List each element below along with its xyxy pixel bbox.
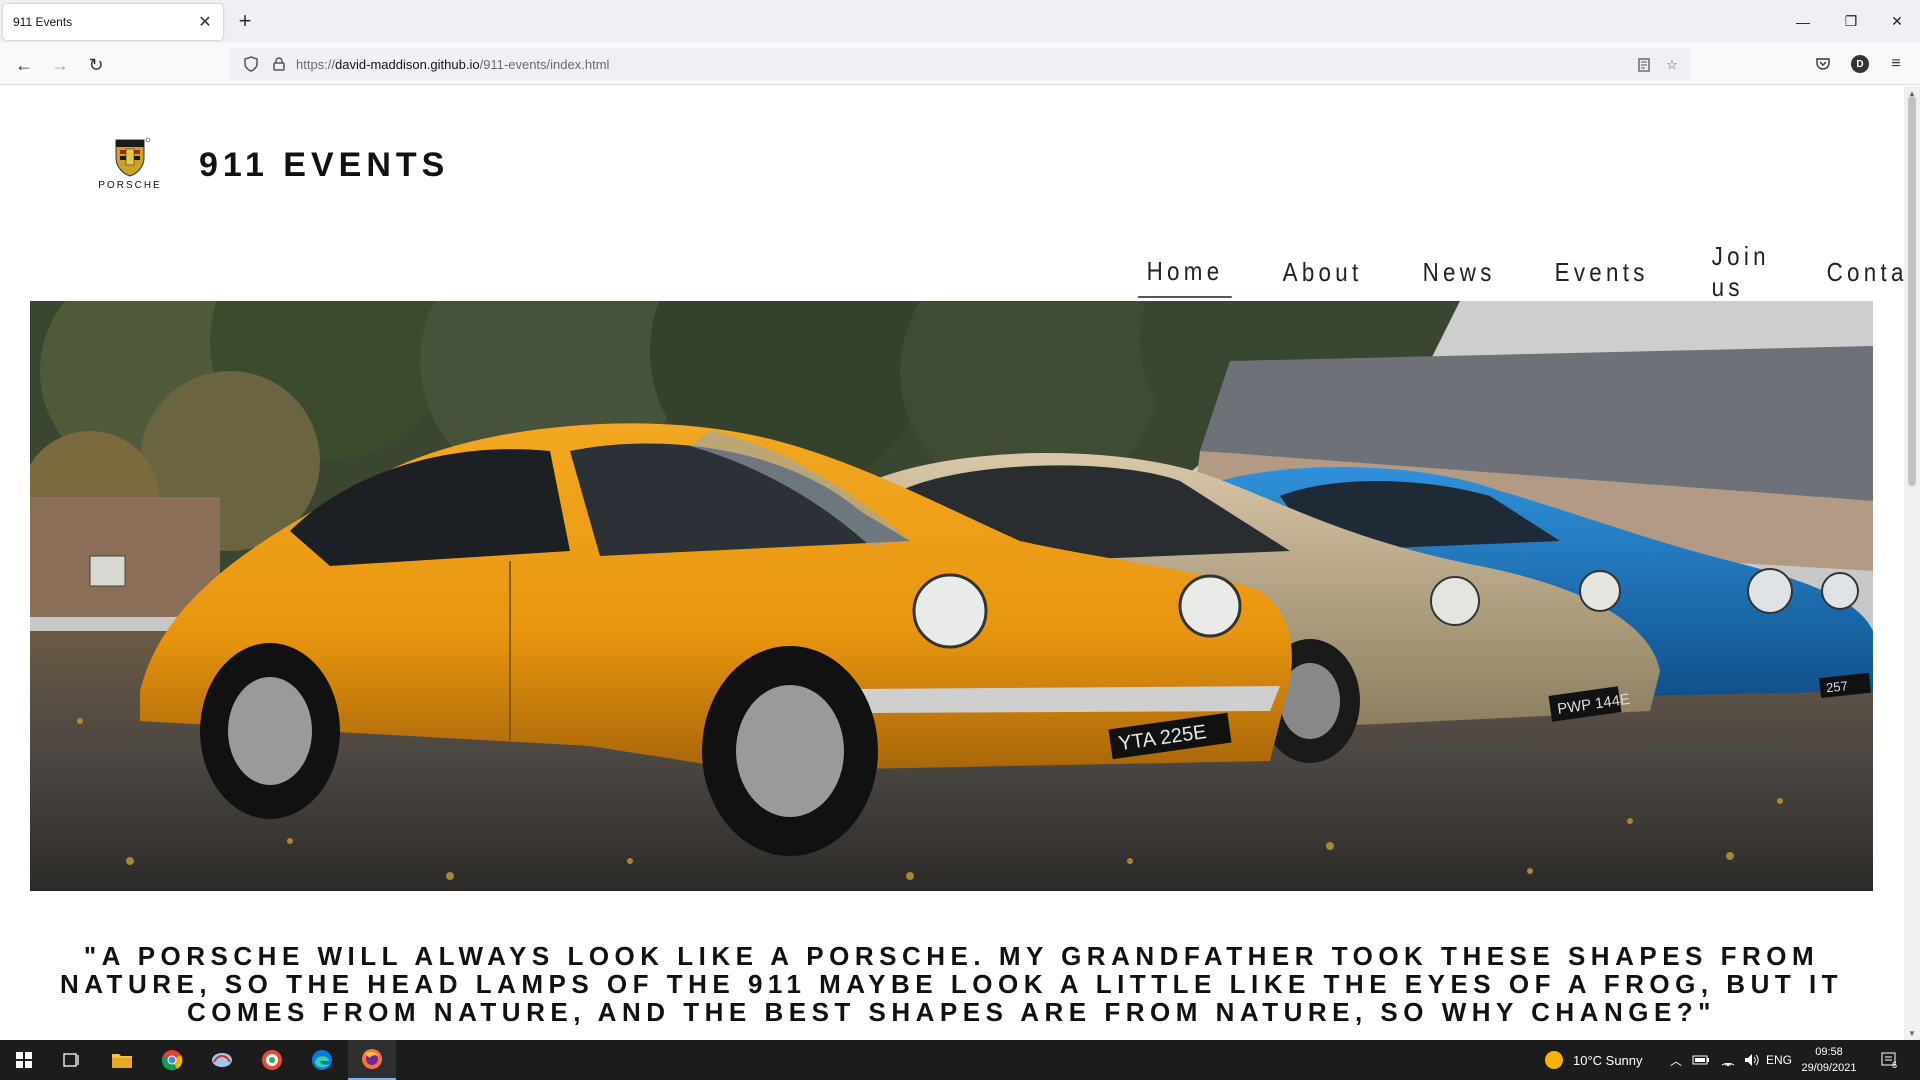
account-initial: D [1851,55,1869,73]
minimize-icon[interactable]: — [1780,0,1826,43]
restore-icon[interactable]: ❐ [1828,0,1874,43]
reader-view-icon[interactable] [1632,53,1656,77]
browser-tab-strip: 911 Events ✕ + — ❐ ✕ [0,0,1920,43]
notification-count: 6 [1892,1060,1898,1070]
edge-icon[interactable] [298,1040,346,1080]
weather-widget[interactable]: 10°C Sunny [1545,1040,1643,1080]
chrome-icon[interactable] [148,1040,196,1080]
wifi-icon[interactable] [1720,1040,1736,1080]
close-window-icon[interactable]: ✕ [1874,0,1920,43]
shield-icon[interactable] [240,53,262,75]
scroll-down-icon[interactable]: ▼ [1904,1026,1920,1040]
sun-icon [1545,1051,1563,1069]
language-indicator[interactable]: ENG [1766,1040,1792,1080]
system-clock[interactable]: 09:58 29/09/2021 [1797,1044,1861,1076]
browser-toolbar: ← → ↻ https://david-maddison.github.io/9… [0,43,1920,85]
nav-news[interactable]: News [1414,246,1504,298]
url-bar[interactable]: https://david-maddison.github.io/911-eve… [230,48,1690,80]
new-tab-icon[interactable]: + [234,8,256,33]
close-tab-icon[interactable]: ✕ [197,14,213,31]
back-icon[interactable]: ← [10,51,38,79]
file-explorer-icon[interactable] [98,1040,146,1080]
menu-icon[interactable]: ≡ [1882,50,1910,78]
app-icon[interactable] [198,1040,246,1080]
reload-icon[interactable]: ↻ [82,51,110,79]
logo-wordmark: PORSCHE [98,180,161,190]
url-domain: david-maddison.github.io [335,56,480,72]
notification-center-icon[interactable]: 6 [1880,1040,1897,1080]
url-prefix: https:// [296,56,336,72]
account-avatar[interactable]: D [1846,50,1874,78]
site-title[interactable]: 911 EVENTS [199,146,449,185]
task-view-icon[interactable] [48,1040,96,1080]
clock-date: 29/09/2021 [1801,1062,1857,1074]
volume-icon[interactable] [1744,1040,1760,1080]
hero-image: 257 PWP 144E YTA 225E [30,301,1873,891]
nav-about[interactable]: About [1274,246,1371,298]
porsche-logo[interactable]: PORSCHE [80,136,180,190]
blue-plate: 257 [1825,678,1848,695]
weather-text: 10°C Sunny [1573,1052,1643,1068]
bookmark-star-icon[interactable]: ☆ [1660,53,1684,77]
main-nav: Home About News Events Join us Contact [1138,241,1904,302]
pocket-icon[interactable] [1809,50,1837,78]
windows-taskbar: 10°C Sunny ︿ ENG 09:58 29/09/2021 6 [0,1040,1920,1080]
scroll-thumb[interactable] [1908,96,1916,486]
lock-icon[interactable] [268,53,290,75]
tab-title: 911 Events [13,15,73,29]
show-hidden-icons[interactable]: ︿ [1670,1040,1682,1080]
url-path: /911-events/index.html [479,56,610,72]
nav-home[interactable]: Home [1138,246,1233,298]
web-page: PORSCHE 911 EVENTS Home About News Event… [0,86,1904,1040]
nav-contact[interactable]: Contact [1818,246,1904,298]
page-scrollbar[interactable]: ▲ ▼ [1904,86,1920,1040]
nav-events[interactable]: Events [1546,246,1657,298]
battery-icon[interactable] [1692,1040,1710,1080]
browser-tab[interactable]: 911 Events ✕ [3,4,223,40]
windows-start-icon[interactable] [0,1040,48,1080]
clock-time: 09:58 [1815,1046,1843,1058]
nav-join-us[interactable]: Join us [1703,241,1778,302]
forward-icon[interactable]: → [46,51,74,79]
photos-icon[interactable] [248,1040,296,1080]
firefox-icon[interactable] [348,1040,396,1080]
porsche-quote: "A Porsche will always look like a Porsc… [59,941,1844,1027]
